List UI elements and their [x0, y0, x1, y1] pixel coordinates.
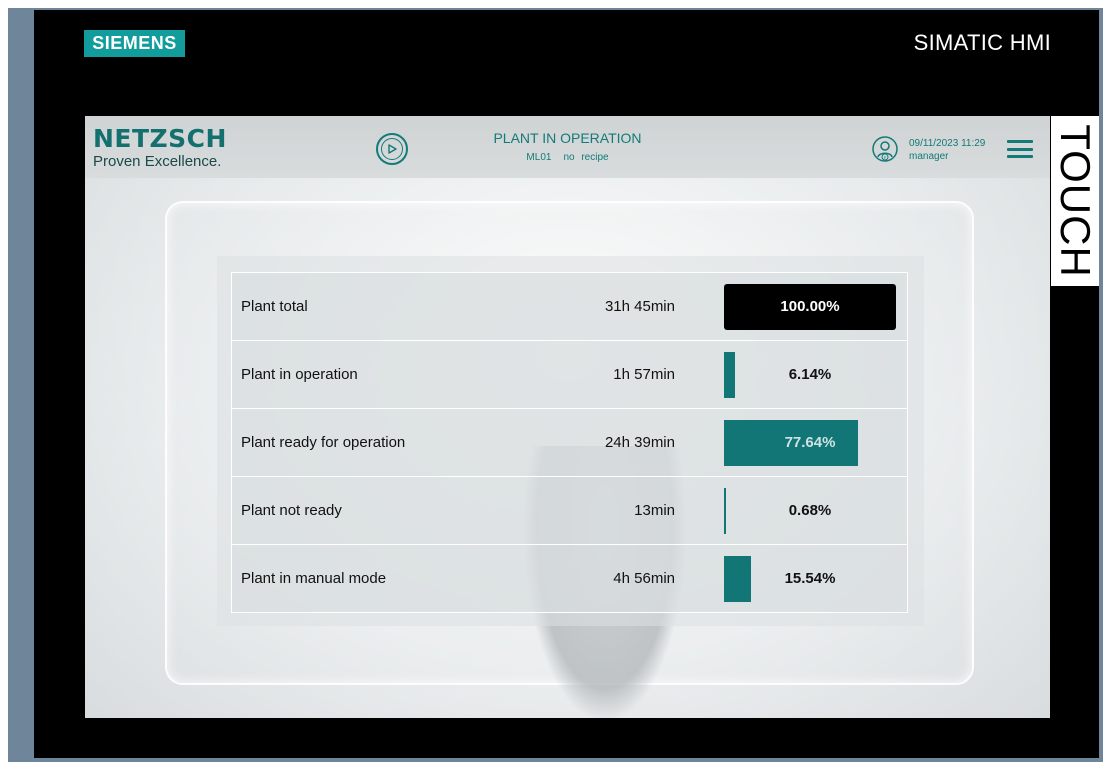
- hmi-screen: NETZSCH Proven Excellence. PLANT IN OPER…: [85, 116, 1050, 718]
- username: manager: [909, 151, 949, 162]
- row-label: Plant in manual mode: [241, 570, 387, 587]
- table-row: Plant in manual mode 4h 56min 15.54%: [231, 544, 908, 613]
- percentage-bar: 6.14%: [724, 352, 896, 398]
- row-duration: 13min: [634, 502, 675, 519]
- table-row: Plant total 31h 45min 100.00%: [231, 272, 908, 340]
- play-button[interactable]: [376, 133, 408, 165]
- plant-status-subtitle: ML01 no recipe: [445, 152, 690, 163]
- siemens-logo: SIEMENS: [84, 30, 185, 57]
- row-label: Plant in operation: [241, 366, 358, 383]
- percentage-bar: 100.00%: [724, 284, 896, 330]
- svg-text:P: P: [884, 155, 887, 160]
- row-duration: 24h 39min: [604, 434, 675, 451]
- percentage-bar: 77.64%: [724, 420, 896, 466]
- row-duration: 31h 45min: [604, 298, 675, 315]
- percentage-bar: 0.68%: [724, 488, 896, 534]
- top-bar: NETZSCH Proven Excellence. PLANT IN OPER…: [85, 116, 1050, 178]
- row-label: Plant total: [241, 298, 308, 315]
- touch-label-text: TOUCH: [1052, 124, 1099, 278]
- play-circle-icon: [381, 138, 403, 160]
- row-duration: 1h 57min: [613, 366, 675, 383]
- row-label: Plant ready for operation: [241, 434, 406, 451]
- operating-time-table: Plant total 31h 45min 100.00% Plant in oper…: [231, 272, 908, 613]
- logo-tagline: Proven Excellence.: [93, 153, 222, 170]
- percentage-value: 6.14%: [788, 366, 832, 383]
- device-product-label: SIMATIC HMI: [913, 30, 1051, 55]
- percentage-value: 0.68%: [788, 502, 832, 519]
- percentage-value: 100.00%: [780, 298, 840, 315]
- machine-id: ML01: [526, 152, 552, 163]
- percentage-value: 77.64%: [784, 434, 836, 451]
- percentage-value: 15.54%: [784, 570, 836, 587]
- netzsch-logo: NETZSCH: [93, 124, 227, 153]
- plant-status-title: PLANT IN OPERATION: [493, 130, 642, 146]
- table-row: Plant ready for operation 24h 39min 77.64%: [231, 408, 908, 476]
- datetime: 09/11/2023 11:29: [909, 138, 986, 149]
- touch-label: TOUCH: [1051, 116, 1099, 286]
- user-icon[interactable]: P: [872, 136, 898, 162]
- table-row: Plant not ready 13min 0.68%: [231, 476, 908, 544]
- table-row: Plant in operation 1h 57min 6.14%: [231, 340, 908, 408]
- percentage-bar: 15.54%: [724, 556, 896, 602]
- row-duration: 4h 56min: [613, 570, 675, 587]
- hamburger-menu-icon[interactable]: [1007, 140, 1033, 158]
- recipe-name: no recipe: [563, 152, 609, 163]
- row-label: Plant not ready: [241, 502, 342, 519]
